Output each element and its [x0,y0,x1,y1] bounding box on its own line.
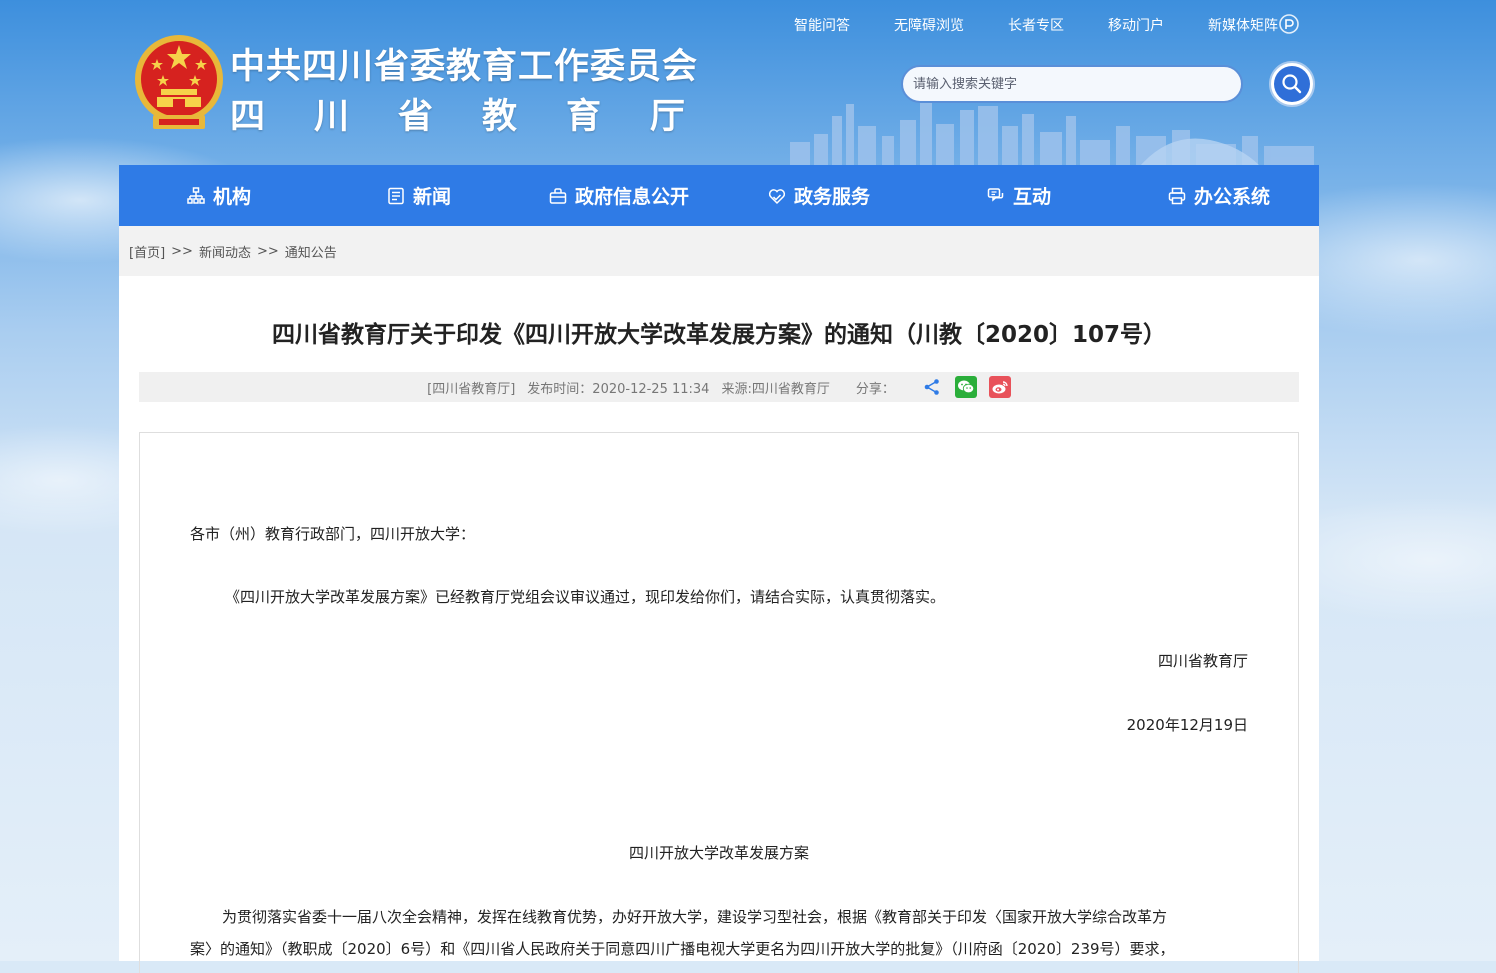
city-skyline-illustration [790,102,1314,166]
title-char: 厅 [649,97,685,137]
nav-label: 互动 [1012,186,1051,208]
search-button[interactable] [1269,61,1315,107]
new-media-icon[interactable] [1278,13,1300,35]
search-icon [1282,74,1302,94]
site-title-committee: 中共四川省委教育工作委员会 [230,47,699,87]
link-smart-qa[interactable]: 智能问答 [794,15,850,35]
meta-publish-time: 发布时间：2020-12-25 11:34 [527,381,710,397]
nav-item-office-system[interactable]: 办公系统 [1119,165,1319,226]
service-icon [768,188,786,204]
article-subtitle: 四川开放大学改革发展方案 [628,844,809,862]
article-title: 四川省教育厅关于印发《四川开放大学改革发展方案》的通知（川教〔2020〕107号… [271,322,1167,348]
title-char: 四 [230,97,266,137]
search-input[interactable] [901,65,1243,103]
title-char: 育 [565,97,601,137]
article-salutation: 各市（州）教育行政部门，四川开放大学： [190,525,476,543]
breadcrumb-separator: >> [256,243,279,259]
link-mobile-portal[interactable]: 移动门户 [1108,15,1164,35]
nav-label: 办公系统 [1193,186,1270,208]
breadcrumb: [首页] >> 新闻动态 >> 通知公告 [119,226,1319,276]
search-button-inner [1274,66,1310,102]
breadcrumb-home[interactable]: [首页] [129,242,165,261]
nav-label: 政务服务 [793,186,870,208]
link-accessibility[interactable]: 无障碍浏览 [894,15,964,35]
main-content-panel: [首页] >> 新闻动态 >> 通知公告 四川省教育厅关于印发《四川开放大学改革… [119,226,1319,973]
interaction-icon [987,187,1004,202]
nav-item-gov-info[interactable]: 政府信息公开 [519,165,719,226]
nav-label: 机构 [212,186,251,208]
article-paragraph: 《四川开放大学改革发展方案》已经教育厅党组会议审议通过，现印发给你们，请结合实际… [225,588,946,606]
title-char: 省 [397,97,433,137]
wechat-icon[interactable] [954,376,977,398]
national-emblem-logo [135,35,223,129]
nav-label: 新闻 [412,186,451,208]
nav-item-org[interactable]: 机构 [119,165,319,226]
org-icon [187,186,205,204]
site-title-department: 四 川 省 教 育 厅 [230,88,685,139]
meta-publisher: [四川省教育厅] [427,381,516,397]
article-paragraph: 为贯彻落实省委十一届八次全会精神，发挥在线教育优势，办好开放大学，建设学习型社会… [222,908,1168,926]
share-icon[interactable] [921,376,943,398]
news-icon [388,187,404,204]
breadcrumb-notices[interactable]: 通知公告 [285,242,337,261]
breadcrumb-news[interactable]: 新闻动态 [199,242,251,261]
link-new-media-matrix[interactable]: 新媒体矩阵 [1208,15,1278,35]
title-char: 川 [313,97,349,137]
nav-item-service[interactable]: 政务服务 [719,165,919,226]
breadcrumb-separator: >> [171,243,193,259]
office-system-icon [1168,187,1186,204]
top-utility-links: 智能问答 无障碍浏览 长者专区 移动门户 新媒体矩阵 [790,13,1310,37]
weibo-icon[interactable] [988,376,1011,398]
gov-info-icon [549,187,567,204]
meta-source: 来源:四川省教育厅 [721,381,830,397]
article-signature: 四川省教育厅 [1157,652,1248,670]
article-body: 各市（州）教育行政部门，四川开放大学： 《四川开放大学改革发展方案》已经教育厅党… [139,432,1299,973]
article-date: 2020年12月19日 [1126,716,1248,734]
main-nav: 机构 新闻 政府信息公开 政务服务 互动 办公系统 [119,165,1319,226]
nav-item-interaction[interactable]: 互动 [919,165,1119,226]
article-paragraph: 案〉的通知》（教职成〔2020〕6号）和《四川省人民政府关于同意四川广播电视大学… [190,940,1175,958]
title-char: 教 [481,97,517,137]
share-label: 分享： [855,381,895,397]
nav-label: 政府信息公开 [574,186,689,208]
link-elderly-zone[interactable]: 长者专区 [1008,15,1064,35]
article-meta-bar: [四川省教育厅] 发布时间：2020-12-25 11:34 来源:四川省教育厅… [139,372,1299,402]
nav-item-news[interactable]: 新闻 [319,165,519,226]
